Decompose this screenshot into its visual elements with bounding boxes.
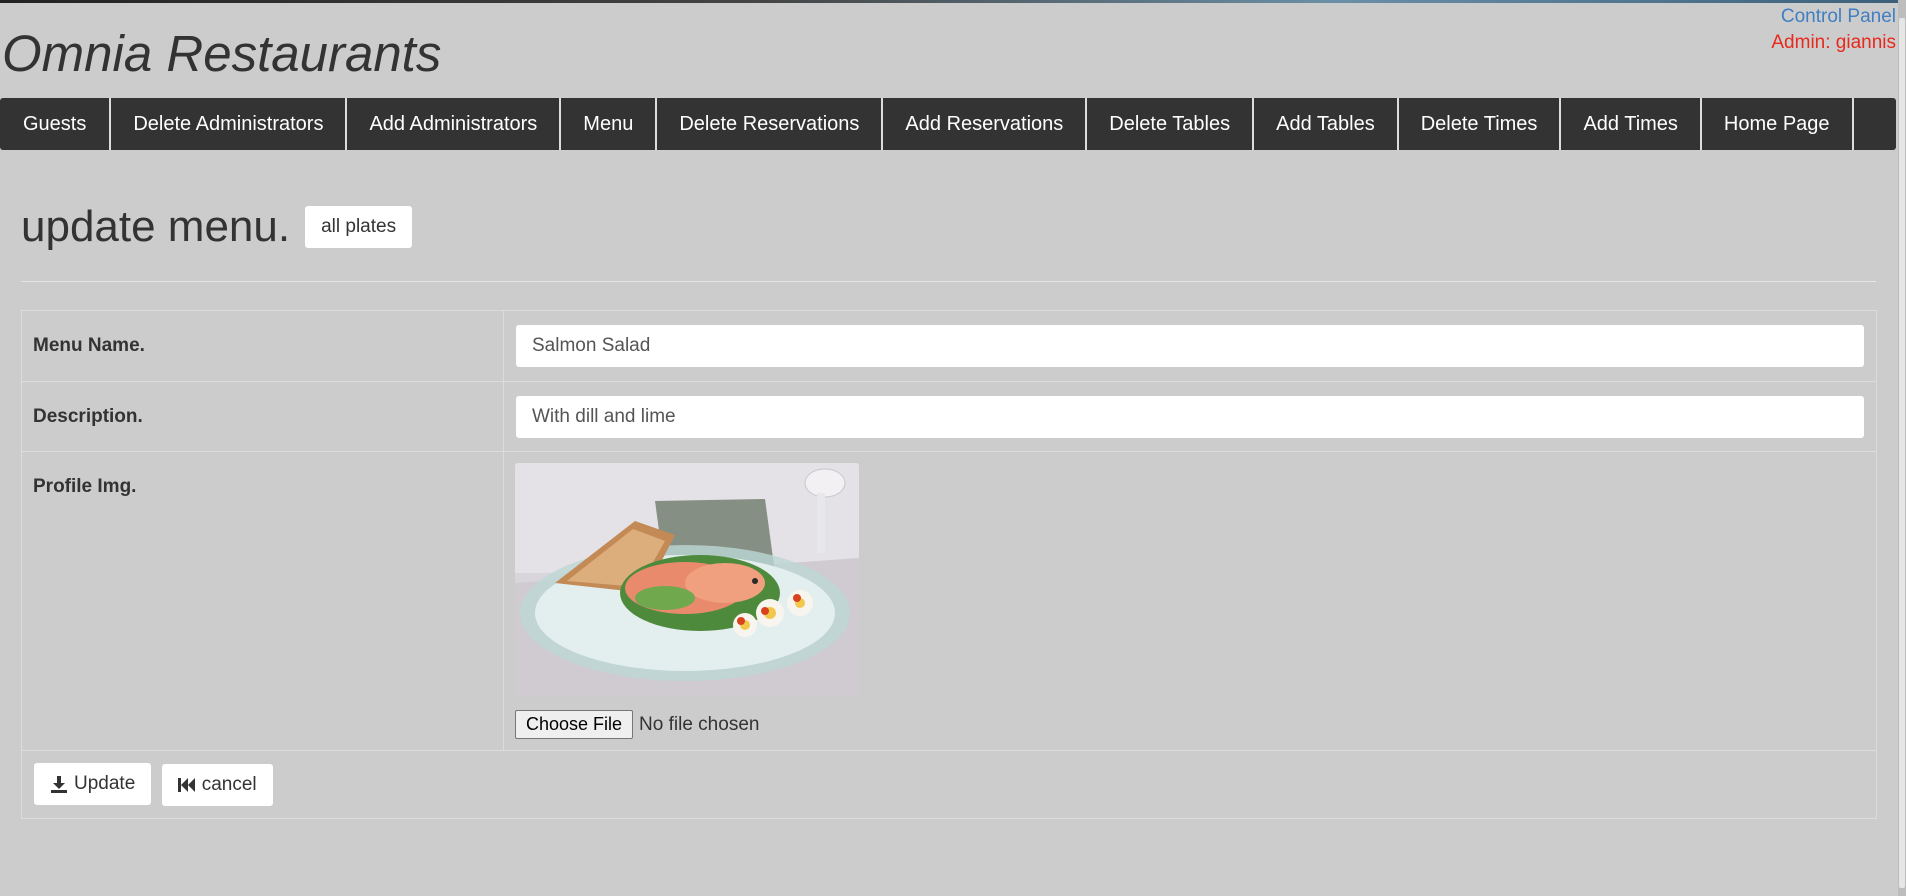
nav-add-reservations[interactable]: Add Reservations — [883, 98, 1088, 150]
nav-guests[interactable]: Guests — [0, 98, 112, 150]
actions-cell: Update cancel — [21, 750, 1877, 819]
nav-delete-times[interactable]: Delete Times — [1399, 98, 1562, 150]
menu-name-input[interactable] — [515, 324, 1865, 368]
fast-backward-icon — [177, 778, 195, 792]
nav-menu[interactable]: Menu — [561, 98, 658, 150]
divider — [21, 281, 1876, 282]
scrollbar-thumb[interactable] — [1899, 18, 1905, 888]
menu-name-label: Menu Name. — [21, 310, 504, 382]
dish-photo — [515, 463, 859, 696]
update-button[interactable]: Update — [33, 762, 153, 806]
admin-user-label: Admin: giannis — [1771, 32, 1896, 53]
all-plates-button[interactable]: all plates — [304, 205, 414, 249]
actions-row: Update cancel — [21, 750, 1877, 819]
page-header: update menu. all plates — [21, 202, 414, 252]
nav-add-administrators[interactable]: Add Administrators — [347, 98, 562, 150]
vertical-scrollbar[interactable] — [1898, 0, 1906, 896]
cancel-label: cancel — [201, 774, 257, 795]
description-input[interactable] — [515, 394, 1865, 439]
nav-delete-reservations[interactable]: Delete Reservations — [657, 98, 884, 150]
nav-delete-tables[interactable]: Delete Tables — [1087, 98, 1255, 150]
site-title: Omnia Restaurants — [2, 25, 442, 82]
description-label: Description. — [21, 381, 504, 452]
cancel-button[interactable]: cancel — [160, 763, 274, 807]
nav-add-tables[interactable]: Add Tables — [1254, 98, 1399, 150]
description-cell — [503, 381, 1877, 452]
menu-name-cell — [503, 310, 1877, 382]
file-status: No file chosen — [639, 713, 760, 735]
profile-img-cell: Choose File No file chosen — [503, 451, 1877, 751]
control-panel-link[interactable]: Control Panel — [1781, 6, 1896, 28]
browser-top-edge — [0, 0, 1906, 3]
page-title: update menu. — [21, 202, 291, 251]
nav-delete-administrators[interactable]: Delete Administrators — [111, 98, 348, 150]
file-upload: Choose File No file chosen — [515, 710, 1865, 739]
nav-home-page[interactable]: Home Page — [1702, 98, 1854, 150]
profile-img-row: Profile Img. Choose File No file chosen — [21, 451, 1877, 751]
description-row: Description. — [21, 381, 1877, 452]
update-label: Update — [74, 773, 136, 794]
choose-file-button[interactable]: Choose File — [515, 710, 634, 739]
main-navbar: Guests Delete Administrators Add Adminis… — [0, 98, 1896, 150]
menu-name-row: Menu Name. — [21, 310, 1877, 382]
profile-img-label: Profile Img. — [21, 451, 504, 751]
download-icon — [51, 776, 67, 793]
nav-add-times[interactable]: Add Times — [1561, 98, 1702, 150]
update-menu-form: Menu Name. Description. Profile Img. — [21, 310, 1877, 819]
